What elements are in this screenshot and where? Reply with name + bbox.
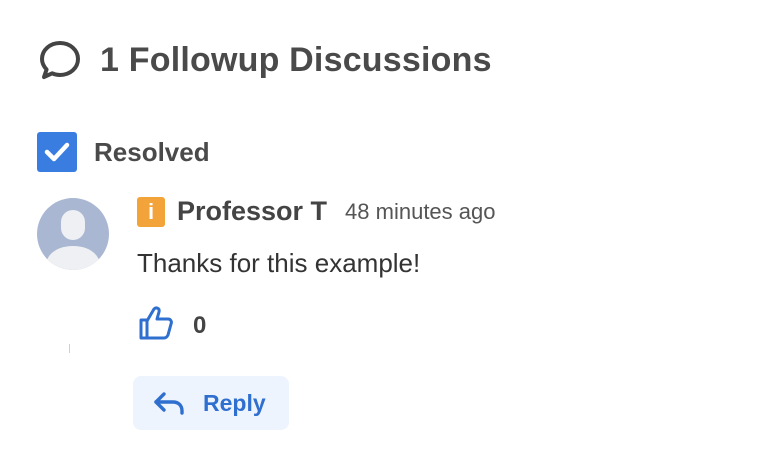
- reply-label: Reply: [203, 389, 266, 416]
- speech-bubble-icon: [38, 38, 82, 82]
- thumbs-up-icon[interactable]: [137, 304, 175, 347]
- followup-meta: i Professor T 48 minutes ago: [137, 196, 495, 227]
- resolved-toggle[interactable]: Resolved: [37, 132, 210, 172]
- reply-button[interactable]: Reply: [133, 376, 289, 430]
- resolved-checkbox[interactable]: [37, 132, 77, 172]
- page-title: 1 Followup Discussions: [100, 40, 492, 79]
- thread-line: [69, 344, 70, 353]
- like-section: 0: [137, 304, 206, 347]
- followup-message: Thanks for this example!: [137, 248, 421, 278]
- discussion-header: 1 Followup Discussions: [38, 38, 492, 82]
- author-name[interactable]: Professor T: [177, 196, 327, 227]
- instructor-badge: i: [137, 196, 165, 227]
- resolved-label: Resolved: [94, 136, 210, 167]
- avatar: [37, 198, 109, 270]
- like-count: 0: [193, 311, 207, 339]
- reply-arrow-icon: [154, 392, 184, 415]
- timestamp: 48 minutes ago: [345, 198, 496, 224]
- checkmark-icon: [44, 142, 70, 162]
